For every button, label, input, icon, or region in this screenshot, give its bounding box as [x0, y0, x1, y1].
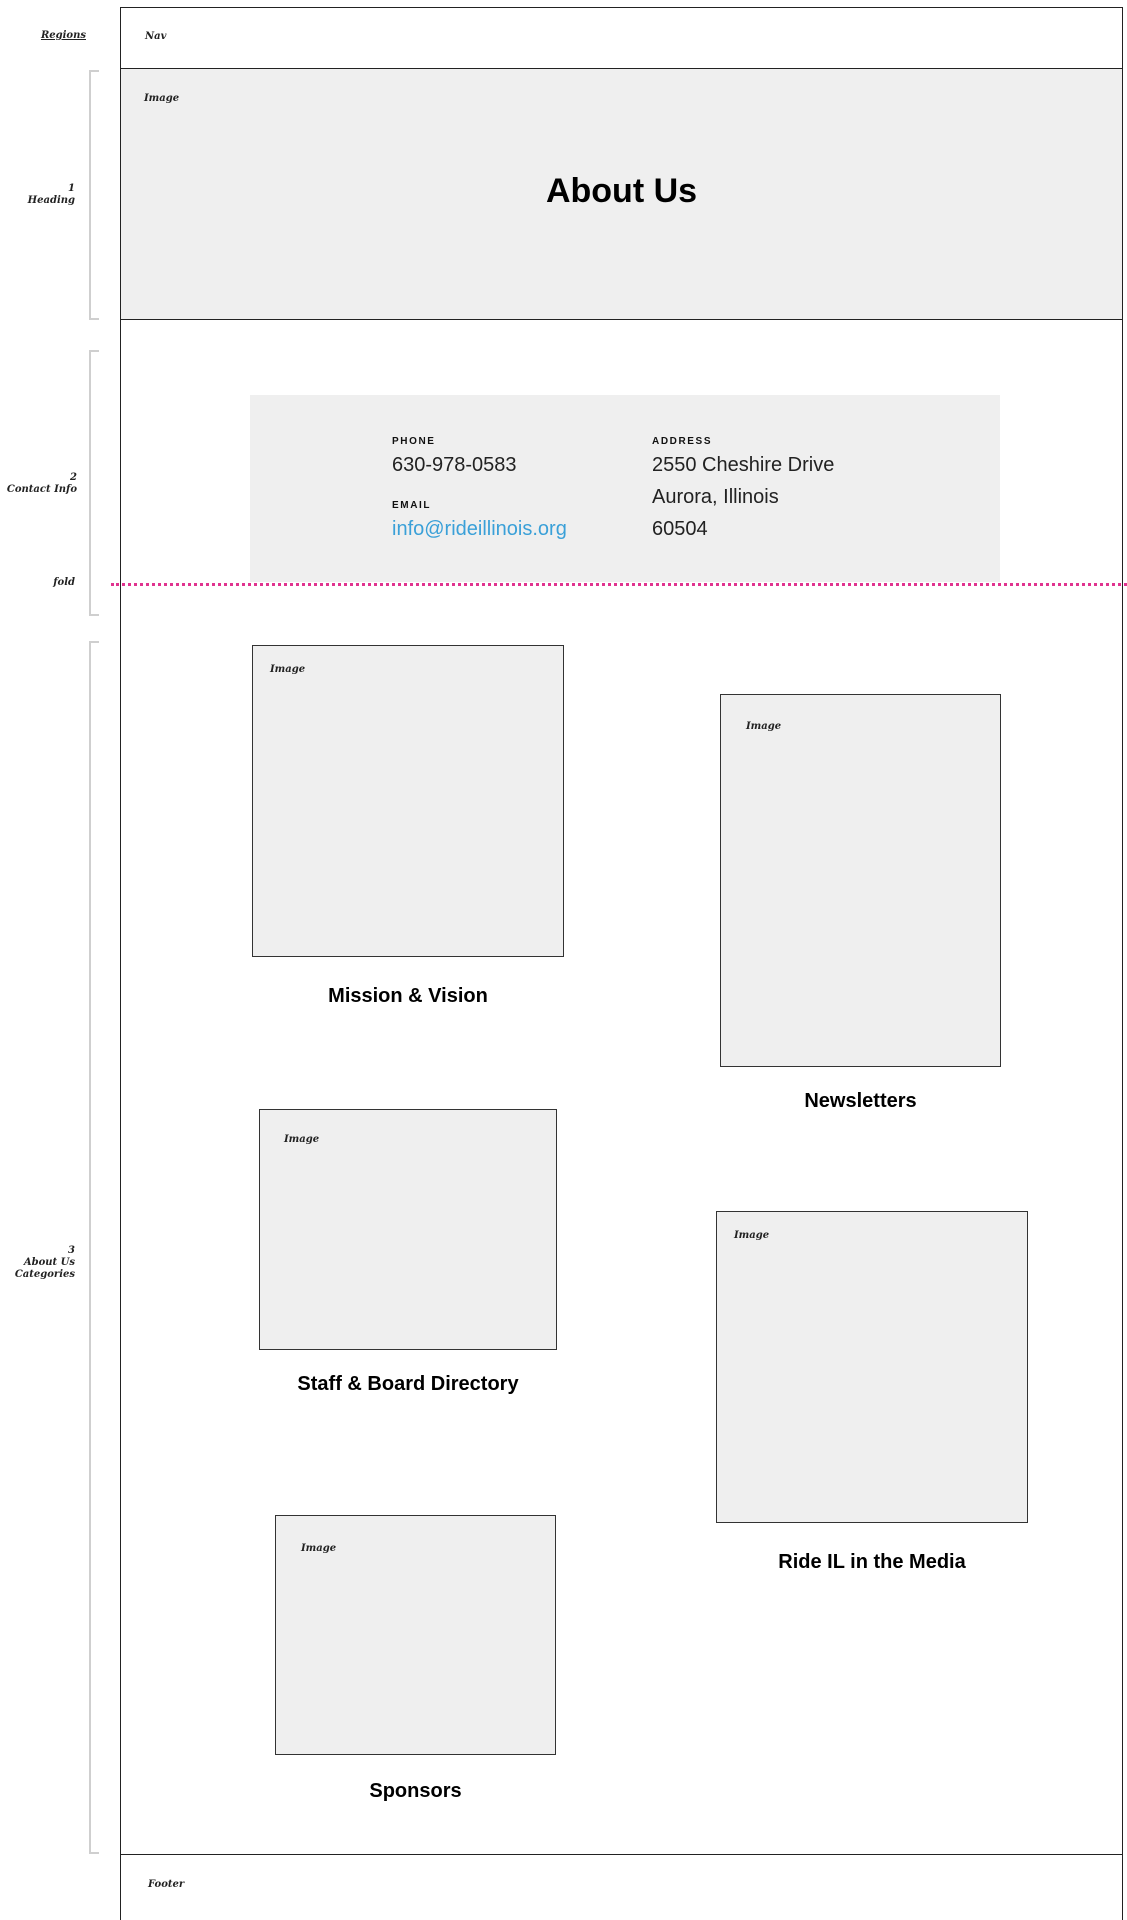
hero-image-label: Image [144, 93, 180, 104]
region-contact-label: 2 Contact Info [0, 472, 77, 496]
nav-label[interactable]: Nav [145, 31, 166, 42]
mission-vision-link[interactable]: Mission & Vision [252, 985, 564, 1008]
categories-bracket [89, 641, 99, 1854]
region-contact-name: Contact Info [6, 484, 77, 495]
region-categories-label: 3 About Us Categories [0, 1245, 75, 1281]
footer-divider [120, 1854, 1123, 1855]
phone-caption: PHONE [392, 436, 436, 447]
fold-line [111, 583, 1127, 586]
newsletters-image[interactable]: Image [720, 694, 1001, 1067]
newsletters-link[interactable]: Newsletters [720, 1090, 1001, 1113]
region-categories-name-1: About Us [23, 1257, 75, 1268]
phone-value: 630-978-0583 [392, 454, 517, 476]
image-label: Image [284, 1134, 320, 1145]
sponsors-link[interactable]: Sponsors [275, 1780, 556, 1803]
media-image[interactable]: Image [716, 1211, 1028, 1523]
address-line-1: 2550 Cheshire Drive [652, 454, 835, 476]
contact-info-box: PHONE 630-978-0583 EMAIL info@rideillino… [250, 395, 1000, 582]
mission-vision-image[interactable]: Image [252, 645, 564, 957]
region-contact-number: 2 [70, 472, 77, 483]
media-link[interactable]: Ride IL in the Media [716, 1551, 1028, 1574]
sponsors-image[interactable]: Image [275, 1515, 556, 1755]
email-caption: EMAIL [392, 500, 432, 511]
hero-image: Image About Us [121, 69, 1122, 319]
address-caption: ADDRESS [652, 436, 713, 447]
image-label: Image [734, 1230, 770, 1241]
hero-divider [120, 319, 1123, 320]
contact-bracket [89, 350, 99, 616]
region-heading-number: 1 [68, 183, 75, 194]
image-label: Image [746, 721, 782, 732]
image-label: Image [301, 1543, 337, 1554]
region-categories-number: 3 [68, 1245, 75, 1256]
heading-bracket [89, 70, 99, 320]
region-heading-label: 1 Heading [0, 183, 75, 207]
staff-board-image[interactable]: Image [259, 1109, 557, 1350]
image-label: Image [270, 664, 306, 675]
staff-board-link[interactable]: Staff & Board Directory [259, 1373, 557, 1396]
email-link[interactable]: info@rideillinois.org [392, 513, 567, 545]
address-line-3: 60504 [652, 518, 708, 540]
fold-label: fold [53, 577, 75, 588]
footer-label: Footer [148, 1879, 185, 1890]
region-categories-name-2: Categories [14, 1269, 75, 1280]
regions-header: Regions [40, 30, 86, 41]
address-line-2: Aurora, Illinois [652, 486, 779, 508]
region-heading-name: Heading [27, 195, 75, 206]
page-title: About Us [545, 172, 698, 210]
